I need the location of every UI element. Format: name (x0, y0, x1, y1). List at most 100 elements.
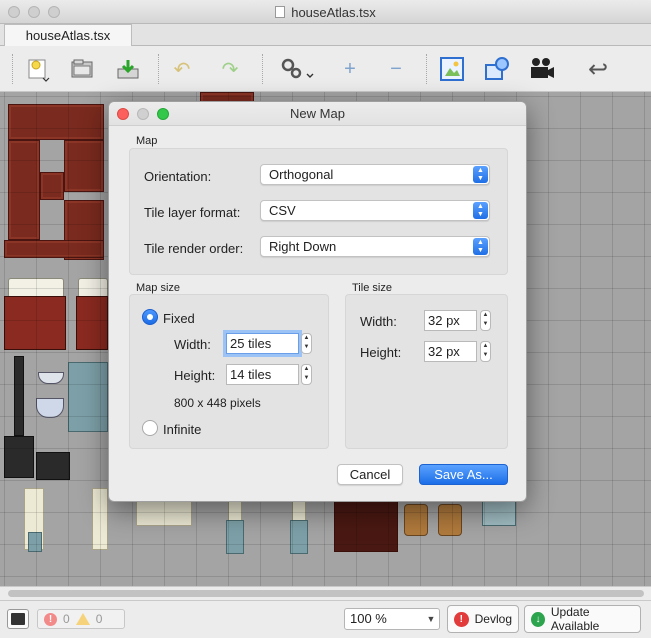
tile-width-input[interactable]: 32 px (424, 310, 477, 331)
tile-stove-pipe (14, 356, 24, 436)
tileset-image-icon[interactable] (438, 55, 466, 83)
tile-bed-pillow (8, 278, 64, 298)
map-height-input[interactable]: 14 tiles (226, 364, 299, 385)
dialog-close-button[interactable] (117, 108, 129, 120)
tile-bed (76, 296, 108, 350)
map-size-group-label: Map size (136, 282, 181, 294)
warning-count: 0 (95, 612, 103, 626)
status-bar: ! 0 0 100 % ▼ ! Devlog ↓ Update Availabl… (0, 600, 651, 638)
zoom-select[interactable]: 100 % ▼ (344, 608, 440, 630)
updown-chevron-icon: ▲ ▼ (473, 166, 488, 183)
save-as-button[interactable]: Save As... (419, 464, 508, 485)
add-icon[interactable]: + (336, 55, 364, 83)
main-toolbar: ↶ ↷ + − ↩ (0, 46, 651, 92)
console-icon (11, 613, 25, 625)
console-button[interactable] (7, 609, 29, 629)
tile-bowl (38, 372, 64, 384)
tile-layer-format-label: Tile layer format: (144, 205, 241, 220)
tile-brick (4, 240, 104, 258)
update-label: Update Available (550, 605, 600, 633)
map-height-label: Height: (174, 368, 216, 383)
download-icon: ↓ (531, 611, 545, 627)
tile-brick (40, 172, 64, 200)
remove-icon[interactable]: − (382, 55, 410, 83)
new-map-icon[interactable] (24, 55, 52, 83)
tile-stove (36, 452, 70, 480)
updown-chevron-icon: ▲ ▼ (473, 238, 488, 255)
undo-icon[interactable]: ↶ (168, 55, 196, 83)
tile-basin (36, 398, 64, 418)
orientation-value: Orthogonal (269, 167, 334, 182)
tile-render-order-select[interactable]: Right Down ▲ ▼ (260, 236, 490, 257)
tile-render-order-value: Right Down (269, 239, 337, 254)
settings-icon[interactable] (276, 55, 320, 83)
tile-height-stepper[interactable]: ▲ ▼ (480, 341, 491, 362)
tile-chair (404, 504, 428, 536)
tile-layer-format-select[interactable]: CSV ▲ ▼ (260, 200, 490, 221)
fixed-radio[interactable] (142, 309, 158, 325)
save-icon[interactable] (114, 55, 142, 83)
horizontal-scrollbar[interactable] (0, 586, 651, 600)
map-width-input[interactable]: 25 tiles (226, 333, 299, 354)
tile-height-label: Height: (360, 345, 402, 360)
issues-button[interactable]: ! 0 0 (37, 609, 125, 629)
error-count: 0 (63, 612, 70, 626)
shape-icon[interactable] (484, 55, 512, 83)
video-icon[interactable] (528, 55, 556, 83)
dialog-minimize-button (137, 108, 149, 120)
return-icon[interactable]: ↩ (584, 55, 612, 83)
tile-curtain-pole (92, 488, 108, 550)
tile-size-group-label: Tile size (352, 282, 392, 294)
alert-icon: ! (454, 611, 469, 627)
map-width-label: Width: (174, 337, 211, 352)
toolbar-separator (12, 54, 13, 84)
tab-house-atlas[interactable]: houseAtlas.tsx (4, 24, 132, 46)
warning-icon (75, 613, 90, 625)
tile-brick (64, 140, 104, 192)
updown-chevron-icon: ▲ ▼ (473, 202, 488, 219)
tile-stove (4, 436, 34, 478)
orientation-select[interactable]: Orthogonal ▲ ▼ (260, 164, 490, 185)
devlog-label: Devlog (474, 612, 512, 626)
map-pixel-size: 800 x 448 pixels (174, 396, 261, 410)
devlog-button[interactable]: ! Devlog (447, 605, 519, 633)
error-icon: ! (44, 612, 57, 626)
tile-bed (4, 296, 66, 350)
map-group-label: Map (136, 135, 158, 147)
cancel-button[interactable]: Cancel (337, 464, 403, 485)
update-available-button[interactable]: ↓ Update Available (524, 605, 641, 633)
window-title-text: houseAtlas.tsx (291, 5, 376, 20)
tile-curtain (28, 532, 42, 552)
open-icon[interactable] (68, 55, 96, 83)
window-title: houseAtlas.tsx (0, 5, 651, 20)
tile-brick (8, 140, 40, 240)
infinite-radio[interactable] (142, 420, 158, 436)
dialog-title: New Map (290, 106, 345, 121)
tile-chair (438, 504, 462, 536)
fixed-label: Fixed (163, 311, 195, 326)
dialog-zoom-button[interactable] (157, 108, 169, 120)
zoom-value: 100 % (350, 611, 387, 626)
tile-bed-pillow (78, 278, 108, 298)
tile-window (68, 362, 108, 432)
chevron-down-icon: ▼ (426, 614, 436, 624)
tile-width-stepper[interactable]: ▲ ▼ (480, 310, 491, 331)
map-width-stepper[interactable]: ▲ ▼ (301, 333, 312, 354)
tile-render-order-label: Tile render order: (144, 241, 244, 256)
toolbar-separator (158, 54, 159, 84)
tiled-window: houseAtlas.tsx houseAtlas.tsx ↶ ↷ + − ↩ … (0, 0, 651, 638)
tab-bar: houseAtlas.tsx (0, 24, 651, 46)
new-map-dialog: New Map Map Orientation: Orthogonal ▲ ▼ T… (108, 101, 527, 502)
tile-height-input[interactable]: 32 px (424, 341, 477, 362)
dialog-title-bar: New Map (109, 102, 526, 126)
scroll-thumb[interactable] (8, 590, 644, 597)
redo-icon[interactable]: ↷ (216, 55, 244, 83)
toolbar-separator (426, 54, 427, 84)
orientation-label: Orientation: (144, 169, 212, 184)
map-height-stepper[interactable]: ▲ ▼ (301, 364, 312, 385)
tile-curtain (290, 520, 308, 554)
toolbar-separator (262, 54, 263, 84)
infinite-label: Infinite (163, 422, 202, 437)
tile-curtain (226, 520, 244, 554)
title-bar: houseAtlas.tsx (0, 0, 651, 24)
